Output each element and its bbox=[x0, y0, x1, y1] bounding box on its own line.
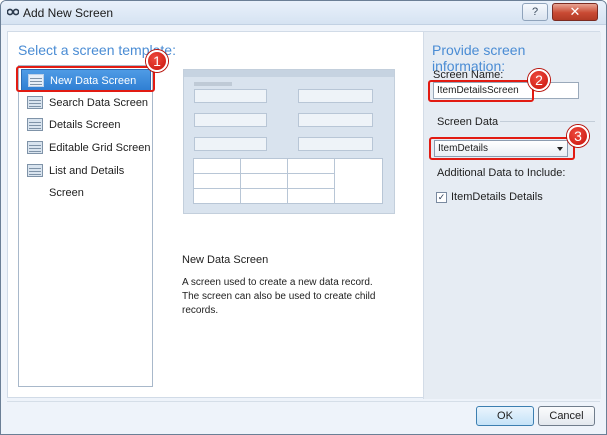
callout-badge-3: 3 bbox=[567, 125, 589, 147]
additional-data-label: Additional Data to Include: bbox=[437, 167, 566, 179]
preview-grid-cell bbox=[241, 159, 288, 174]
preview-grid-cell bbox=[288, 159, 335, 174]
template-preview bbox=[183, 69, 395, 214]
close-button[interactable]: ✕ bbox=[552, 3, 598, 21]
template-item-editable-grid-screen[interactable]: Editable Grid Screen bbox=[21, 137, 151, 159]
screen-data-label: Screen Data bbox=[437, 116, 499, 128]
preview-grid-cell bbox=[241, 189, 288, 204]
template-label: Details Screen bbox=[49, 119, 121, 131]
dialog-body: Select a screen template: New Data Scree… bbox=[7, 31, 601, 399]
app-logo-icon bbox=[7, 8, 19, 16]
template-list[interactable]: New Data Screen Search Data Screen Detai… bbox=[18, 65, 153, 387]
preview-header-bar bbox=[184, 70, 394, 77]
preview-grid bbox=[193, 158, 383, 204]
highlight-screen-name bbox=[428, 80, 534, 102]
include-details-checkbox[interactable]: ✓ bbox=[436, 192, 447, 203]
template-description-title: New Data Screen bbox=[182, 254, 269, 266]
add-new-screen-dialog: Add New Screen ? ✕ Select a screen templ… bbox=[0, 0, 607, 435]
callout-badge-2: 2 bbox=[528, 69, 550, 91]
preview-grid-cell bbox=[241, 174, 288, 189]
template-item-details-screen[interactable]: Details Screen bbox=[21, 114, 151, 136]
details-icon bbox=[27, 118, 43, 131]
preview-grid-cell bbox=[194, 174, 241, 189]
template-item-search-data-screen[interactable]: Search Data Screen bbox=[21, 92, 151, 114]
highlight-screen-data bbox=[429, 137, 575, 160]
footer-divider bbox=[7, 401, 600, 402]
highlight-template-selection bbox=[16, 66, 155, 92]
checkmark-icon: ✓ bbox=[437, 192, 446, 202]
preview-grid-cell bbox=[288, 189, 335, 204]
template-label: List and Details Screen bbox=[49, 165, 125, 199]
screen-data-divider bbox=[500, 121, 595, 122]
preview-field bbox=[298, 137, 373, 151]
callout-badge-1: 1 bbox=[146, 50, 168, 72]
include-details-label: ItemDetails Details bbox=[451, 191, 543, 203]
help-button[interactable]: ? bbox=[522, 3, 548, 21]
template-label: Editable Grid Screen bbox=[49, 142, 151, 154]
preview-field bbox=[194, 89, 267, 103]
list-details-icon bbox=[27, 164, 43, 177]
close-icon: ✕ bbox=[569, 4, 581, 19]
preview-grid-cell bbox=[194, 189, 241, 204]
ok-button[interactable]: OK bbox=[476, 406, 534, 426]
grid-icon bbox=[27, 141, 43, 154]
help-icon: ? bbox=[531, 6, 539, 18]
preview-grid-cell bbox=[194, 159, 241, 174]
window-title: Add New Screen bbox=[23, 6, 114, 20]
template-description-text: A screen used to create a new data recor… bbox=[182, 277, 376, 316]
template-label: Search Data Screen bbox=[49, 97, 149, 109]
preview-field bbox=[298, 89, 373, 103]
preview-field bbox=[298, 113, 373, 127]
search-grid-icon bbox=[27, 96, 43, 109]
preview-field bbox=[194, 113, 267, 127]
cancel-button[interactable]: Cancel bbox=[538, 406, 595, 426]
template-item-list-and-details-screen[interactable]: List and Details Screen bbox=[21, 160, 151, 199]
preview-label-bar bbox=[194, 82, 232, 86]
title-bar[interactable]: Add New Screen ? ✕ bbox=[1, 1, 606, 25]
preview-grid-cell bbox=[288, 174, 335, 189]
preview-field bbox=[194, 137, 267, 151]
